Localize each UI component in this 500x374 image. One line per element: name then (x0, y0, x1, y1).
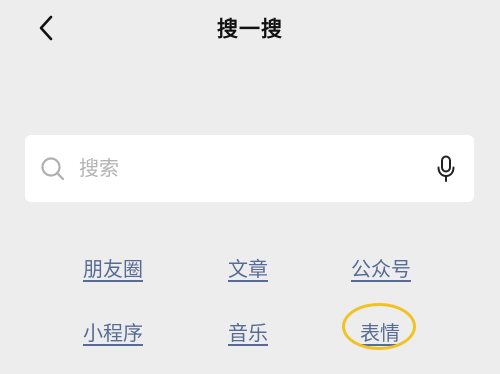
category-link-mini-programs[interactable]: 小程序 (83, 317, 143, 346)
microphone-icon[interactable] (435, 155, 457, 183)
search-box[interactable] (25, 135, 474, 202)
page-title: 搜一搜 (217, 17, 283, 41)
category-link-articles[interactable]: 文章 (228, 253, 268, 282)
category-link-official-accounts[interactable]: 公众号 (351, 253, 411, 282)
search-icon (41, 157, 65, 181)
top-navigation-bar: 搜一搜 (0, 0, 500, 56)
category-link-moments[interactable]: 朋友圈 (83, 253, 143, 282)
category-link-music[interactable]: 音乐 (228, 317, 268, 346)
category-link-stickers[interactable]: 表情 (360, 317, 400, 346)
search-input[interactable] (79, 149, 419, 187)
